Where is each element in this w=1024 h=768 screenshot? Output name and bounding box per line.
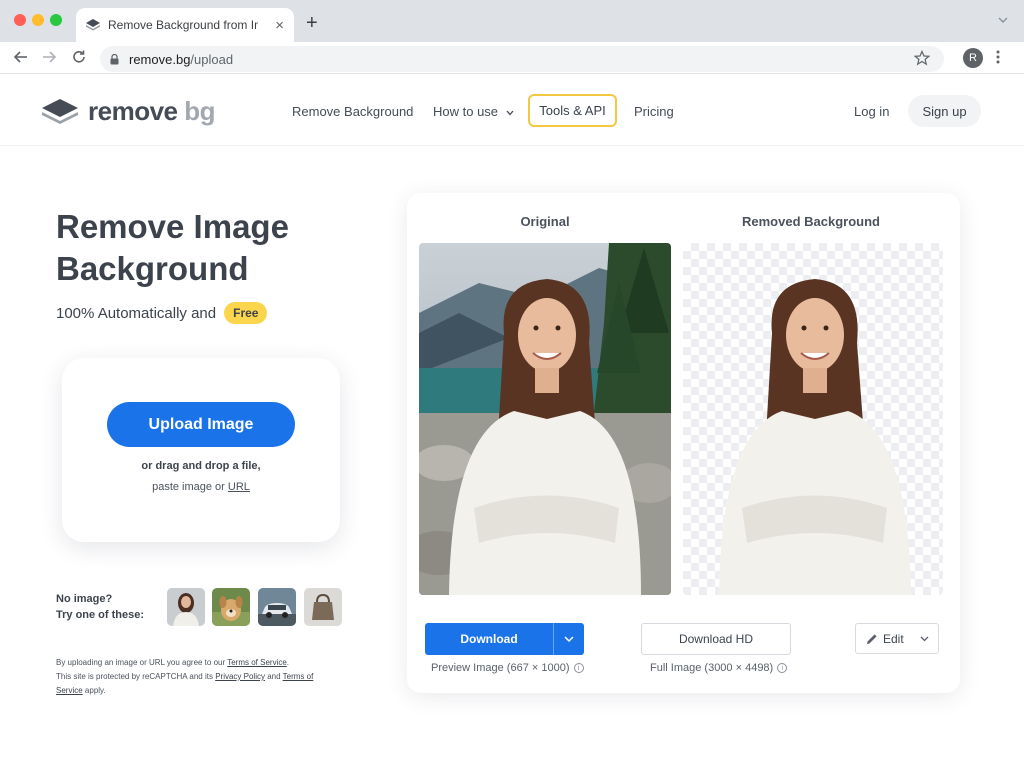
browser-menu-icon[interactable] (996, 50, 1000, 64)
browser-tabstrip: Remove Background from Image × + (0, 0, 1024, 42)
nav-tools-api[interactable]: Tools & API (528, 94, 617, 127)
new-tab-icon[interactable]: + (306, 12, 318, 35)
upload-dropzone[interactable]: Upload Image or drag and drop a file, pa… (62, 358, 340, 542)
logo-layers-icon (42, 98, 78, 124)
drag-drop-text: or drag and drop a file, (141, 460, 261, 472)
hero-subtitle-text: 100% Automatically and (56, 304, 217, 322)
pencil-icon (867, 633, 877, 644)
page-title: Remove Image Background (56, 208, 289, 287)
download-hd-button[interactable]: Download HD (641, 623, 791, 655)
login-link[interactable]: Log in (854, 104, 889, 119)
chevron-down-icon (920, 636, 929, 641)
download-options-chevron-icon[interactable] (553, 623, 584, 655)
legal-notice: By uploading an image or URL you agree t… (56, 658, 314, 695)
legal-and: and (267, 672, 281, 681)
removed-background-image (683, 243, 943, 595)
free-badge: Free (224, 302, 268, 324)
lock-icon (110, 53, 119, 64)
window-close-button[interactable] (14, 14, 26, 26)
browser-toolbar: remove.bg/upload (0, 42, 1024, 74)
forward-arrow-icon[interactable] (40, 48, 58, 66)
preview-caption-text: Preview Image (667 × 1000) (431, 662, 570, 674)
window-minimize-button[interactable] (32, 14, 44, 26)
window-zoom-button[interactable] (50, 14, 62, 26)
tab-close-icon[interactable]: × (275, 17, 284, 34)
full-image-caption: Full Image (3000 × 4498) i (650, 662, 788, 674)
preview-image-caption: Preview Image (667 × 1000) i (431, 662, 584, 674)
tab-search-chevron-icon[interactable] (998, 16, 1008, 24)
site-header: remove bg Remove Background How to use T… (0, 76, 1024, 146)
result-preview-card: Original Removed Background Download Dow… (407, 193, 960, 693)
tab-title: Remove Background from Image (108, 18, 258, 32)
removed-background-label: Removed Background (742, 214, 880, 229)
reload-icon[interactable] (70, 48, 88, 66)
legal-text-2: This site is protected by reCAPTCHA and … (56, 672, 213, 681)
nav-pricing[interactable]: Pricing (634, 104, 674, 119)
legal-apply: apply. (84, 686, 106, 695)
edit-button-label: Edit (883, 631, 904, 646)
sample-prompt: No image? Try one of these: (56, 591, 144, 623)
sample-bag-thumbnail[interactable] (304, 588, 342, 626)
privacy-link[interactable]: Privacy Policy (215, 672, 265, 681)
legal-text-1: By uploading an image or URL you agree t… (56, 658, 226, 667)
download-button[interactable]: Download (425, 623, 584, 655)
terms-link-2a[interactable]: Terms of (283, 672, 314, 681)
profile-avatar[interactable]: R (963, 48, 983, 68)
terms-link[interactable]: Terms of Service (227, 658, 287, 667)
address-bar[interactable]: remove.bg/upload (100, 46, 944, 72)
original-image (419, 243, 671, 595)
url-host: remove.bg (129, 51, 191, 67)
download-button-label: Download (460, 632, 518, 646)
edit-button[interactable]: Edit (855, 623, 939, 654)
sample-car-thumbnail[interactable] (258, 588, 296, 626)
paste-text-label: paste image or (152, 481, 225, 493)
logo-text-accent: bg (184, 96, 215, 126)
nav-remove-background[interactable]: Remove Background (292, 104, 413, 119)
nav-how-to-use-label: How to use (433, 104, 499, 119)
sample-prompt-line1: No image? (56, 593, 113, 605)
sample-prompt-line2: Try one of these: (56, 609, 145, 621)
logo-text-main: remove (88, 96, 178, 126)
chevron-down-icon (506, 110, 514, 116)
info-icon[interactable]: i (573, 663, 584, 673)
site-logo[interactable]: remove bg (42, 96, 215, 127)
info-icon[interactable]: i (777, 663, 788, 673)
sample-woman-thumbnail[interactable] (167, 588, 205, 626)
sample-dog-thumbnail[interactable] (212, 588, 250, 626)
bookmark-star-icon[interactable] (914, 50, 930, 66)
hero-subtitle: 100% Automatically and Free (56, 302, 268, 324)
favicon-icon (86, 19, 100, 31)
full-caption-text: Full Image (3000 × 4498) (650, 662, 774, 674)
browser-tab[interactable]: Remove Background from Image × (76, 8, 294, 42)
original-label: Original (520, 214, 570, 229)
upload-image-button[interactable]: Upload Image (107, 402, 295, 447)
url-link[interactable]: URL (228, 481, 250, 493)
back-arrow-icon[interactable] (12, 48, 30, 66)
paste-text: paste image or URL (62, 481, 340, 493)
nav-how-to-use[interactable]: How to use (433, 104, 514, 119)
url-path: /upload (190, 51, 234, 67)
signup-button[interactable]: Sign up (908, 95, 981, 127)
terms-link-2b[interactable]: Service (56, 686, 83, 695)
